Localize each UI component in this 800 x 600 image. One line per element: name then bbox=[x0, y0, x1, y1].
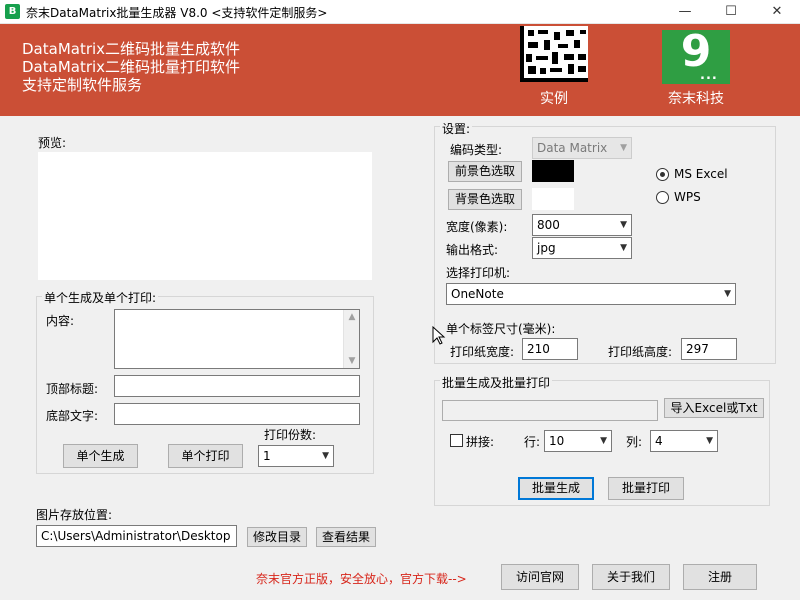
code-type-value: Data Matrix bbox=[537, 141, 608, 155]
maximize-button[interactable]: ☐ bbox=[708, 0, 754, 24]
background-color-swatch bbox=[532, 188, 574, 210]
copies-select[interactable]: 1 ▼ bbox=[258, 445, 334, 467]
copies-value: 1 bbox=[263, 449, 271, 463]
printer-value: OneNote bbox=[451, 287, 504, 301]
chevron-down-icon: ▼ bbox=[724, 289, 731, 299]
window-title: 奈末DataMatrix批量生成器 V8.0 <支持软件定制服务> bbox=[26, 6, 328, 20]
visit-website-button[interactable]: 访问官网 bbox=[501, 564, 579, 590]
row-label: 行: bbox=[524, 435, 541, 449]
paper-width-label: 打印纸宽度: bbox=[450, 345, 515, 359]
batch-group-title: 批量生成及批量打印 bbox=[440, 374, 553, 391]
register-button[interactable]: 注册 bbox=[683, 564, 757, 590]
background-color-button[interactable]: 背景色选取 bbox=[448, 189, 522, 210]
preview-area bbox=[38, 152, 372, 280]
foreground-color-button[interactable]: 前景色选取 bbox=[448, 161, 522, 182]
content-label: 内容: bbox=[46, 314, 75, 328]
col-label: 列: bbox=[626, 435, 643, 449]
batch-generate-button[interactable]: 批量生成 bbox=[518, 477, 594, 500]
about-us-button[interactable]: 关于我们 bbox=[592, 564, 670, 590]
top-title-label: 顶部标题: bbox=[46, 382, 99, 396]
stitch-label: 拼接: bbox=[466, 435, 495, 449]
ms-excel-radio[interactable] bbox=[656, 168, 669, 181]
import-excel-txt-button[interactable]: 导入Excel或Txt bbox=[664, 398, 764, 418]
title-bar: B 奈末DataMatrix批量生成器 V8.0 <支持软件定制服务> — ☐ … bbox=[0, 0, 800, 24]
foreground-color-swatch bbox=[532, 160, 574, 182]
single-print-button[interactable]: 单个打印 bbox=[168, 444, 243, 468]
copies-label: 打印份数: bbox=[264, 428, 317, 442]
paper-height-label: 打印纸高度: bbox=[608, 345, 673, 359]
bottom-text-input[interactable] bbox=[114, 403, 360, 425]
row-select[interactable]: 10 ▼ bbox=[544, 430, 612, 452]
format-value: jpg bbox=[537, 241, 556, 255]
wps-label: WPS bbox=[674, 190, 701, 204]
col-value: 4 bbox=[655, 434, 663, 448]
code-type-label: 编码类型: bbox=[450, 143, 503, 157]
settings-group-title: 设置: bbox=[440, 120, 473, 137]
storage-path-input[interactable]: C:\Users\Administrator\Desktop bbox=[36, 525, 237, 547]
format-label: 输出格式: bbox=[446, 243, 499, 257]
close-button[interactable]: ✕ bbox=[754, 0, 800, 24]
mouse-cursor-icon bbox=[432, 326, 446, 345]
chevron-down-icon: ▼ bbox=[620, 143, 627, 153]
datamatrix-example-image bbox=[520, 26, 588, 82]
width-value: 800 bbox=[537, 218, 560, 232]
stitch-checkbox[interactable] bbox=[450, 434, 463, 447]
official-download-notice: 奈末官方正版，安全放心，官方下载--> bbox=[256, 572, 467, 586]
format-select[interactable]: jpg ▼ bbox=[532, 237, 632, 259]
scroll-up-icon[interactable]: ▲ bbox=[344, 310, 360, 324]
col-select[interactable]: 4 ▼ bbox=[650, 430, 718, 452]
example-label: 实例 bbox=[540, 91, 568, 107]
content-scrollbar[interactable]: ▲ ▼ bbox=[343, 310, 359, 368]
preview-label: 预览: bbox=[38, 136, 67, 150]
wps-radio[interactable] bbox=[656, 191, 669, 204]
code-type-select: Data Matrix ▼ bbox=[532, 137, 632, 159]
logo-numeral: 9 bbox=[680, 26, 712, 77]
scroll-down-icon[interactable]: ▼ bbox=[344, 354, 360, 368]
chevron-down-icon: ▼ bbox=[620, 220, 627, 230]
batch-file-input[interactable] bbox=[442, 400, 658, 421]
batch-print-button[interactable]: 批量打印 bbox=[608, 477, 684, 500]
single-group-title: 单个生成及单个打印: bbox=[42, 289, 159, 306]
content-textarea[interactable]: ▲ ▼ bbox=[114, 309, 360, 369]
top-title-input[interactable] bbox=[114, 375, 360, 397]
paper-width-input[interactable]: 210 bbox=[522, 338, 578, 360]
view-results-button[interactable]: 查看结果 bbox=[316, 527, 376, 547]
company-logo: 9 ... bbox=[662, 26, 730, 84]
banner-line-custom: 支持定制软件服务 bbox=[22, 76, 143, 94]
bottom-text-label: 底部文字: bbox=[46, 409, 99, 423]
brand-label: 奈末科技 bbox=[668, 91, 724, 107]
chevron-down-icon: ▼ bbox=[620, 243, 627, 253]
change-directory-button[interactable]: 修改目录 bbox=[247, 527, 307, 547]
label-size-title: 单个标签尺寸(毫米): bbox=[446, 322, 556, 336]
minimize-button[interactable]: — bbox=[662, 0, 708, 24]
width-select[interactable]: 800 ▼ bbox=[532, 214, 632, 236]
row-value: 10 bbox=[549, 434, 565, 448]
ms-excel-label: MS Excel bbox=[674, 167, 728, 181]
header-banner: DataMatrix二维码批量生成软件 DataMatrix二维码批量打印软件 … bbox=[0, 24, 800, 116]
chevron-down-icon: ▼ bbox=[600, 436, 607, 446]
logo-dots: ... bbox=[700, 68, 718, 83]
storage-label: 图片存放位置: bbox=[36, 508, 113, 522]
width-label: 宽度(像素): bbox=[446, 220, 508, 234]
printer-label: 选择打印机: bbox=[446, 266, 511, 280]
chevron-down-icon: ▼ bbox=[322, 451, 329, 461]
single-generate-button[interactable]: 单个生成 bbox=[63, 444, 138, 468]
app-icon: B bbox=[5, 4, 20, 19]
chevron-down-icon: ▼ bbox=[706, 436, 713, 446]
paper-height-input[interactable]: 297 bbox=[681, 338, 737, 360]
printer-select[interactable]: OneNote ▼ bbox=[446, 283, 736, 305]
